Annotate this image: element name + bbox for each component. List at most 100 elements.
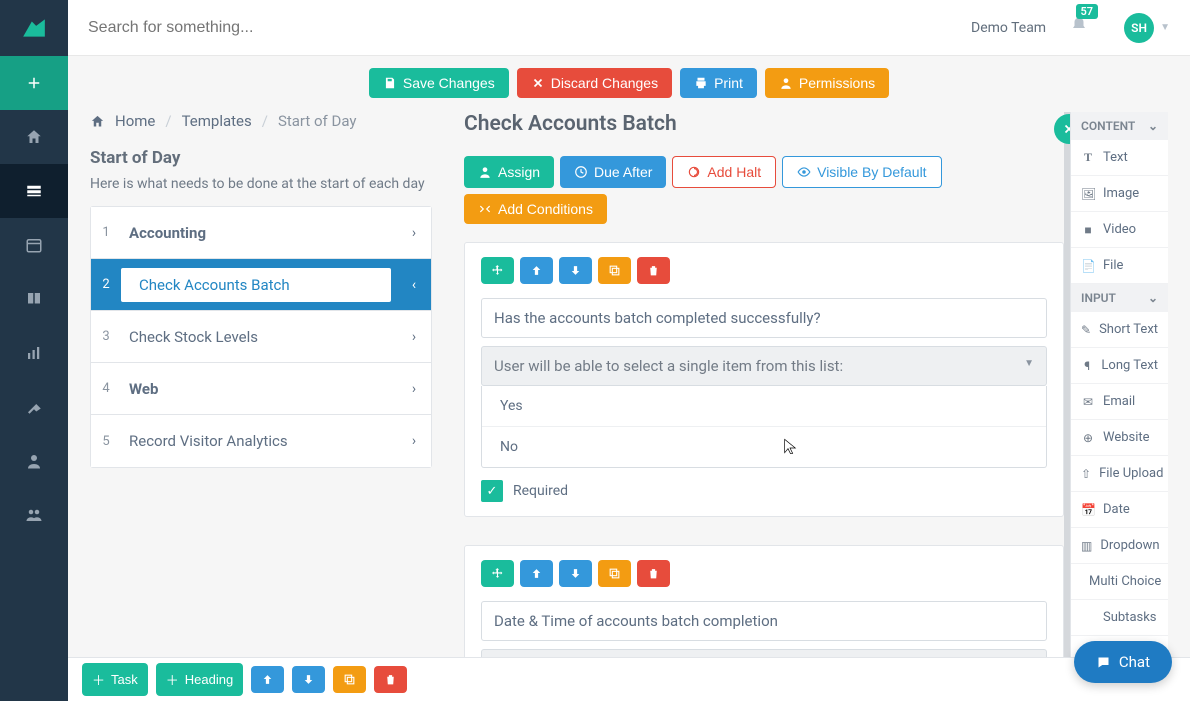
question-field-2[interactable]: Date & Time of accounts batch completion (481, 601, 1047, 641)
copy-button[interactable] (598, 257, 631, 284)
bottom-up-button[interactable] (251, 666, 284, 693)
add-heading-button[interactable]: ＋Heading (156, 663, 243, 696)
chevron-right-icon: › (397, 381, 431, 397)
nav-templates[interactable] (0, 164, 68, 218)
step-action-row: Assign Due After Add Halt Visible By Def… (464, 156, 1064, 224)
center-title: Check Accounts Batch (464, 112, 1064, 136)
rail-video[interactable]: ■Video (1071, 212, 1168, 248)
user-menu-caret-icon[interactable]: ▼ (1160, 22, 1170, 33)
move-up-button[interactable] (520, 560, 553, 587)
breadcrumb: Home / Templates / Start of Day (90, 112, 432, 130)
permissions-label: Permissions (799, 75, 875, 91)
copy-button[interactable] (598, 560, 631, 587)
rail-file-upload[interactable]: ⇧File Upload (1071, 456, 1168, 492)
breadcrumb-home[interactable]: Home (115, 112, 155, 130)
bottom-copy-button[interactable] (333, 666, 366, 693)
step-label: Record Visitor Analytics (121, 432, 397, 450)
rail-dropdown[interactable]: ▥Dropdown (1071, 528, 1168, 564)
move-down-button[interactable] (559, 257, 592, 284)
rail-input-header[interactable]: INPUT ⌄ (1071, 284, 1168, 312)
step-visitor-analytics[interactable]: 5 Record Visitor Analytics › (91, 415, 431, 467)
center-panel: Check Accounts Batch Assign Due After Ad… (460, 112, 1070, 701)
nav-users[interactable] (0, 488, 68, 542)
add-halt-button[interactable]: Add Halt (672, 156, 776, 188)
bottom-delete-button[interactable] (374, 666, 407, 693)
bottom-down-button[interactable] (292, 666, 325, 693)
search-input[interactable] (88, 19, 971, 37)
panel-title: Start of Day (90, 148, 432, 168)
nav-reports[interactable] (0, 326, 68, 380)
nav-add-button[interactable] (0, 56, 68, 110)
chevron-right-icon: › (397, 329, 431, 345)
step-web[interactable]: 4 Web › (91, 363, 431, 415)
form-block-1: Has the accounts batch completed success… (464, 242, 1064, 517)
move-down-button[interactable] (559, 560, 592, 587)
rail-short-text[interactable]: ✎Short Text (1071, 312, 1168, 348)
nav-home[interactable] (0, 110, 68, 164)
topbar: Demo Team 57 SH ▼ (68, 0, 1190, 56)
breadcrumb-templates[interactable]: Templates (182, 112, 252, 130)
video-icon: ■ (1081, 223, 1095, 237)
home-icon (90, 114, 105, 129)
calendar-icon: 📅 (1081, 503, 1095, 517)
step-check-stock[interactable]: 3 Check Stock Levels › (91, 311, 431, 363)
step-label: Web (121, 380, 397, 398)
discard-button[interactable]: Discard Changes (517, 68, 672, 98)
delete-button[interactable] (637, 257, 670, 284)
rail-file[interactable]: 📄File (1071, 248, 1168, 284)
nav-calendar[interactable] (0, 218, 68, 272)
print-label: Print (714, 75, 743, 91)
chat-button[interactable]: Chat (1074, 641, 1172, 683)
rail-text[interactable]: TText (1071, 140, 1168, 176)
image-icon: 🖼 (1081, 187, 1095, 201)
visible-button[interactable]: Visible By Default (782, 156, 941, 188)
step-label: Accounting (121, 224, 397, 242)
left-panel: Home / Templates / Start of Day Start of… (90, 112, 460, 701)
rail-website[interactable]: ⊕Website (1071, 420, 1168, 456)
required-toggle[interactable]: ✓ Required (481, 480, 1047, 502)
team-name[interactable]: Demo Team (971, 20, 1046, 36)
panel-subtitle: Here is what needs to be done at the sta… (90, 176, 432, 192)
step-check-accounts-batch[interactable]: 2 Check Accounts Batch ‹ (91, 259, 431, 311)
step-accounting[interactable]: 1 Accounting › (91, 207, 431, 259)
nav-user[interactable] (0, 434, 68, 488)
rail-email[interactable]: ✉Email (1071, 384, 1168, 420)
steps-list: 1 Accounting › 2 Check Accounts Batch ‹ … (90, 206, 432, 468)
option-no[interactable]: No (482, 426, 1046, 467)
delete-button[interactable] (637, 560, 670, 587)
rail-multi-choice[interactable]: Multi Choice (1071, 564, 1168, 600)
nav-book[interactable] (0, 272, 68, 326)
bottom-bar: ＋Task ＋Heading (68, 657, 1190, 701)
notifications-bell-icon[interactable]: 57 (1070, 16, 1088, 39)
select-options: Yes No (481, 386, 1047, 468)
add-conditions-button[interactable]: Add Conditions (464, 194, 607, 224)
rail-long-text[interactable]: ¶Long Text (1071, 348, 1168, 384)
add-task-button[interactable]: ＋Task (82, 663, 148, 696)
chevron-down-icon: ⌄ (1148, 291, 1158, 305)
avatar[interactable]: SH (1124, 13, 1154, 43)
save-button[interactable]: Save Changes (369, 68, 509, 98)
move-button[interactable] (481, 560, 514, 587)
permissions-button[interactable]: Permissions (765, 68, 889, 98)
nav-settings[interactable] (0, 380, 68, 434)
rail-image[interactable]: 🖼Image (1071, 176, 1168, 212)
question-field[interactable]: Has the accounts batch completed success… (481, 298, 1047, 338)
select-type-field[interactable]: User will be able to select a single ite… (481, 346, 1047, 386)
rail-date[interactable]: 📅Date (1071, 492, 1168, 528)
move-button[interactable] (481, 257, 514, 284)
due-after-button[interactable]: Due After (560, 156, 666, 188)
globe-icon: ⊕ (1081, 431, 1095, 445)
rail-content-header[interactable]: CONTENT ⌄ (1071, 112, 1168, 140)
chevron-left-icon: ‹ (397, 277, 431, 293)
discard-label: Discard Changes (551, 75, 658, 91)
upload-icon: ⇧ (1081, 467, 1091, 481)
chevron-right-icon: › (397, 433, 431, 449)
option-yes[interactable]: Yes (482, 386, 1046, 426)
move-up-button[interactable] (520, 257, 553, 284)
paragraph-icon: ¶ (1081, 359, 1093, 373)
logo-icon (0, 0, 68, 56)
envelope-icon: ✉ (1081, 395, 1095, 409)
rail-subtasks[interactable]: Subtasks (1071, 600, 1168, 636)
assign-button[interactable]: Assign (464, 156, 554, 188)
print-button[interactable]: Print (680, 68, 757, 98)
